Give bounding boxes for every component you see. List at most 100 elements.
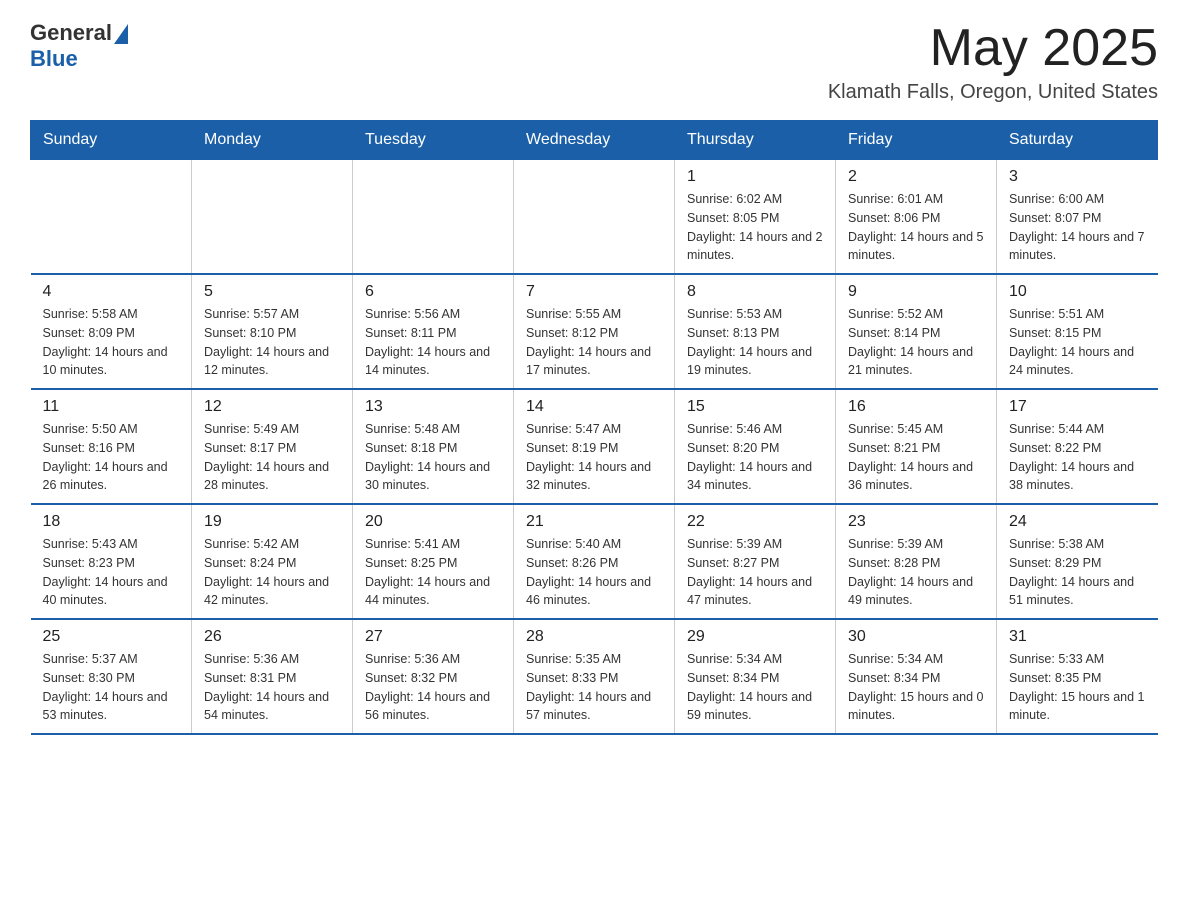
day-info: Sunrise: 5:49 AMSunset: 8:17 PMDaylight:… xyxy=(204,420,340,495)
calendar-day-cell: 4 Sunrise: 5:58 AMSunset: 8:09 PMDaylight… xyxy=(31,274,192,389)
day-number: 6 xyxy=(365,283,501,301)
day-number: 1 xyxy=(687,168,823,186)
title-area: May 2025 Klamath Falls, Oregon, United S… xyxy=(828,20,1158,104)
calendar-day-cell: 8Sunrise: 5:53 AMSunset: 8:13 PMDaylight… xyxy=(675,274,836,389)
day-number: 23 xyxy=(848,513,984,531)
day-info: Sunrise: 5:57 AMSunset: 8:10 PMDaylight:… xyxy=(204,305,340,380)
day-number: 30 xyxy=(848,628,984,646)
day-info: Sunrise: 5:58 AMSunset: 8:09 PMDaylight:… xyxy=(43,305,180,380)
calendar-day-cell: 27 Sunrise: 5:36 AMSunset: 8:32 PMDayligh… xyxy=(353,619,514,734)
day-of-week-header: Thursday xyxy=(675,121,836,160)
day-number: 14 xyxy=(526,398,662,416)
day-number: 21 xyxy=(526,513,662,531)
day-info: Sunrise: 5:53 AMSunset: 8:13 PMDaylight:… xyxy=(687,305,823,380)
calendar-day-cell: 12Sunrise: 5:49 AMSunset: 8:17 PMDayligh… xyxy=(192,389,353,504)
day-info: Sunrise: 5:41 AMSunset: 8:25 PMDaylight:… xyxy=(365,535,501,610)
day-info: Sunrise: 5:39 AMSunset: 8:28 PMDaylight:… xyxy=(848,535,984,610)
calendar-day-cell: 5 Sunrise: 5:57 AMSunset: 8:10 PMDaylight… xyxy=(192,274,353,389)
calendar-table: SundayMondayTuesdayWednesdayThursdayFrid… xyxy=(30,120,1158,735)
calendar-day-cell xyxy=(31,160,192,275)
calendar-day-cell: 16 Sunrise: 5:45 AMSunset: 8:21 PMDayligh… xyxy=(836,389,997,504)
calendar-day-cell: 17 Sunrise: 5:44 AMSunset: 8:22 PMDayligh… xyxy=(997,389,1158,504)
day-number: 18 xyxy=(43,513,180,531)
day-info: Sunrise: 5:55 AMSunset: 8:12 PMDaylight:… xyxy=(526,305,662,380)
day-number: 2 xyxy=(848,168,984,186)
logo: General Blue xyxy=(30,20,128,72)
calendar-day-cell: 2 Sunrise: 6:01 AMSunset: 8:06 PMDaylight… xyxy=(836,160,997,275)
day-of-week-header: Sunday xyxy=(31,121,192,160)
calendar-day-cell xyxy=(192,160,353,275)
day-of-week-header: Saturday xyxy=(997,121,1158,160)
day-number: 15 xyxy=(687,398,823,416)
calendar-day-cell: 31 Sunrise: 5:33 AMSunset: 8:35 PMDayligh… xyxy=(997,619,1158,734)
day-info: Sunrise: 5:35 AMSunset: 8:33 PMDaylight:… xyxy=(526,650,662,725)
day-number: 25 xyxy=(43,628,180,646)
day-number: 7 xyxy=(526,283,662,301)
calendar-day-cell: 14 Sunrise: 5:47 AMSunset: 8:19 PMDayligh… xyxy=(514,389,675,504)
calendar-day-cell: 25 Sunrise: 5:37 AMSunset: 8:30 PMDayligh… xyxy=(31,619,192,734)
day-number: 5 xyxy=(204,283,340,301)
day-number: 29 xyxy=(687,628,823,646)
day-of-week-header: Wednesday xyxy=(514,121,675,160)
logo-blue-text: Blue xyxy=(30,46,128,72)
calendar-day-cell: 11Sunrise: 5:50 AMSunset: 8:16 PMDayligh… xyxy=(31,389,192,504)
day-info: Sunrise: 5:33 AMSunset: 8:35 PMDaylight:… xyxy=(1009,650,1146,725)
calendar-day-cell: 6 Sunrise: 5:56 AMSunset: 8:11 PMDaylight… xyxy=(353,274,514,389)
day-number: 9 xyxy=(848,283,984,301)
calendar-day-cell: 20 Sunrise: 5:41 AMSunset: 8:25 PMDayligh… xyxy=(353,504,514,619)
day-number: 3 xyxy=(1009,168,1146,186)
calendar-day-cell: 21Sunrise: 5:40 AMSunset: 8:26 PMDayligh… xyxy=(514,504,675,619)
calendar-day-cell: 30 Sunrise: 5:34 AMSunset: 8:34 PMDayligh… xyxy=(836,619,997,734)
day-info: Sunrise: 5:47 AMSunset: 8:19 PMDaylight:… xyxy=(526,420,662,495)
day-number: 20 xyxy=(365,513,501,531)
day-info: Sunrise: 5:45 AMSunset: 8:21 PMDaylight:… xyxy=(848,420,984,495)
calendar-week-row: 11Sunrise: 5:50 AMSunset: 8:16 PMDayligh… xyxy=(31,389,1158,504)
day-number: 13 xyxy=(365,398,501,416)
day-info: Sunrise: 5:37 AMSunset: 8:30 PMDaylight:… xyxy=(43,650,180,725)
day-number: 22 xyxy=(687,513,823,531)
day-info: Sunrise: 5:51 AMSunset: 8:15 PMDaylight:… xyxy=(1009,305,1146,380)
day-info: Sunrise: 5:48 AMSunset: 8:18 PMDaylight:… xyxy=(365,420,501,495)
day-info: Sunrise: 5:44 AMSunset: 8:22 PMDaylight:… xyxy=(1009,420,1146,495)
day-number: 17 xyxy=(1009,398,1146,416)
day-info: Sunrise: 5:43 AMSunset: 8:23 PMDaylight:… xyxy=(43,535,180,610)
day-info: Sunrise: 5:39 AMSunset: 8:27 PMDaylight:… xyxy=(687,535,823,610)
day-number: 11 xyxy=(43,398,180,416)
day-number: 28 xyxy=(526,628,662,646)
calendar-day-cell: 13 Sunrise: 5:48 AMSunset: 8:18 PMDayligh… xyxy=(353,389,514,504)
day-number: 27 xyxy=(365,628,501,646)
day-of-week-header: Monday xyxy=(192,121,353,160)
calendar-day-cell: 24Sunrise: 5:38 AMSunset: 8:29 PMDayligh… xyxy=(997,504,1158,619)
calendar-day-cell: 28 Sunrise: 5:35 AMSunset: 8:33 PMDayligh… xyxy=(514,619,675,734)
calendar-day-cell: 26Sunrise: 5:36 AMSunset: 8:31 PMDayligh… xyxy=(192,619,353,734)
day-info: Sunrise: 5:52 AMSunset: 8:14 PMDaylight:… xyxy=(848,305,984,380)
day-info: Sunrise: 6:02 AMSunset: 8:05 PMDaylight:… xyxy=(687,190,823,265)
day-info: Sunrise: 6:00 AMSunset: 8:07 PMDaylight:… xyxy=(1009,190,1146,265)
calendar-day-cell: 15Sunrise: 5:46 AMSunset: 8:20 PMDayligh… xyxy=(675,389,836,504)
day-number: 19 xyxy=(204,513,340,531)
calendar-day-cell: 3 Sunrise: 6:00 AMSunset: 8:07 PMDaylight… xyxy=(997,160,1158,275)
calendar-day-cell: 18 Sunrise: 5:43 AMSunset: 8:23 PMDayligh… xyxy=(31,504,192,619)
day-info: Sunrise: 5:42 AMSunset: 8:24 PMDaylight:… xyxy=(204,535,340,610)
calendar-week-row: 25 Sunrise: 5:37 AMSunset: 8:30 PMDayligh… xyxy=(31,619,1158,734)
day-info: Sunrise: 5:34 AMSunset: 8:34 PMDaylight:… xyxy=(848,650,984,725)
logo-triangle-icon xyxy=(114,24,128,44)
day-info: Sunrise: 5:56 AMSunset: 8:11 PMDaylight:… xyxy=(365,305,501,380)
calendar-day-cell xyxy=(514,160,675,275)
day-info: Sunrise: 5:34 AMSunset: 8:34 PMDaylight:… xyxy=(687,650,823,725)
day-number: 4 xyxy=(43,283,180,301)
calendar-day-cell: 7 Sunrise: 5:55 AMSunset: 8:12 PMDaylight… xyxy=(514,274,675,389)
calendar-day-cell: 10 Sunrise: 5:51 AMSunset: 8:15 PMDayligh… xyxy=(997,274,1158,389)
calendar-day-cell: 1 Sunrise: 6:02 AMSunset: 8:05 PMDaylight… xyxy=(675,160,836,275)
day-number: 31 xyxy=(1009,628,1146,646)
day-number: 16 xyxy=(848,398,984,416)
day-info: Sunrise: 5:36 AMSunset: 8:32 PMDaylight:… xyxy=(365,650,501,725)
day-info: Sunrise: 6:01 AMSunset: 8:06 PMDaylight:… xyxy=(848,190,984,265)
day-number: 10 xyxy=(1009,283,1146,301)
calendar-day-cell: 19 Sunrise: 5:42 AMSunset: 8:24 PMDayligh… xyxy=(192,504,353,619)
page-header: General Blue May 2025 Klamath Falls, Ore… xyxy=(30,20,1158,104)
calendar-day-cell: 9 Sunrise: 5:52 AMSunset: 8:14 PMDaylight… xyxy=(836,274,997,389)
calendar-day-cell: 22 Sunrise: 5:39 AMSunset: 8:27 PMDayligh… xyxy=(675,504,836,619)
calendar-week-row: 1 Sunrise: 6:02 AMSunset: 8:05 PMDaylight… xyxy=(31,160,1158,275)
calendar-week-row: 4 Sunrise: 5:58 AMSunset: 8:09 PMDaylight… xyxy=(31,274,1158,389)
